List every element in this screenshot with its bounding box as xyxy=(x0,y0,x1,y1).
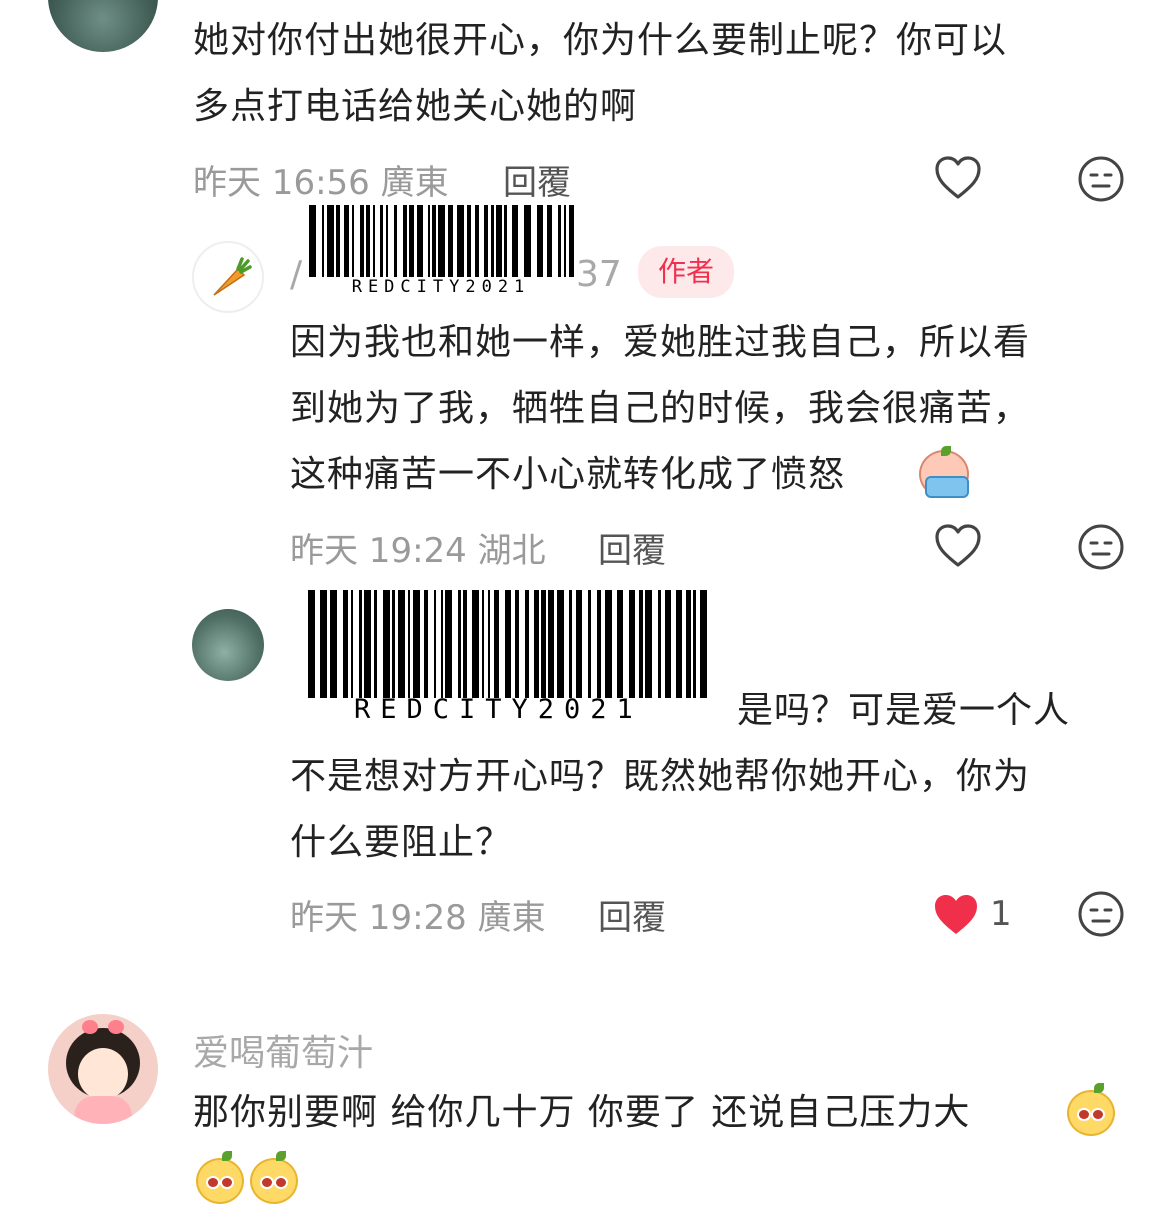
carrot-icon xyxy=(213,257,252,296)
author-name[interactable]: / xyxy=(290,254,302,295)
author-badge: 作者 xyxy=(638,246,734,298)
barcode-bar xyxy=(569,205,574,277)
barcode-bar xyxy=(448,205,453,277)
barcode-bar xyxy=(504,205,507,277)
comment-line: 是吗？可是爱一个人 xyxy=(737,690,1071,731)
barcode-bar xyxy=(336,205,340,277)
barcode-bar xyxy=(438,205,445,277)
commenter-name[interactable]: 爱喝葡萄汁 xyxy=(193,1024,373,1076)
author-avatar[interactable] xyxy=(192,241,264,313)
comment-line: 什么要阻止？ xyxy=(290,822,513,863)
dislike-face-icon[interactable] xyxy=(1077,890,1125,938)
comment-line: 这种痛苦一不小心就转化成了愤怒 xyxy=(290,454,846,495)
barcode-watermark: REDCITY2021 xyxy=(305,205,577,297)
comment-location: 湖北 xyxy=(477,531,546,571)
barcode-bar xyxy=(409,205,414,277)
commenter-avatar[interactable] xyxy=(48,0,158,52)
comment-meta: 昨天 19:24 湖北 xyxy=(290,523,546,572)
dislike-face-icon[interactable] xyxy=(1077,155,1125,203)
barcode-bar xyxy=(537,205,543,277)
comment-time: 昨天 19:28 xyxy=(290,898,467,938)
reply-button[interactable]: 回覆 xyxy=(598,890,666,939)
barcode-bar xyxy=(373,205,375,277)
comment-meta: 昨天 19:28 廣東 xyxy=(290,890,546,939)
barcode-bar xyxy=(432,205,436,277)
barcode-bar xyxy=(309,205,316,277)
crying-emoji-icon xyxy=(915,446,971,498)
barcode-bar xyxy=(394,205,397,277)
emoji-leaf xyxy=(276,1151,286,1161)
comment-text: 那你别要啊 给你几十万 你要了 还说自己压力大 xyxy=(193,1080,1153,1146)
comment-line: 那你别要啊 给你几十万 你要了 还说自己压力大 xyxy=(193,1092,971,1133)
barcode-code: REDCITY2021 xyxy=(351,277,531,297)
comment-location: 廣東 xyxy=(477,898,546,938)
carrot-face-emoji-icon xyxy=(1067,1090,1115,1136)
comment-meta: 昨天 16:56 廣東 xyxy=(193,155,449,204)
barcode-bar xyxy=(386,205,388,277)
barcode-bar xyxy=(564,205,566,277)
barcode-bar xyxy=(366,205,370,277)
heart-filled-icon[interactable] xyxy=(932,892,980,938)
barcode-bar xyxy=(558,205,561,277)
emoji-leaf xyxy=(222,1151,232,1161)
author-name-suffix: 37 xyxy=(576,254,622,295)
barcode-bar xyxy=(475,205,479,277)
carrot-face-emoji-icon xyxy=(250,1158,298,1204)
barcode-bar xyxy=(327,205,334,277)
like-count: 1 xyxy=(990,894,1012,934)
barcode-bar xyxy=(512,205,518,277)
barcode-bar xyxy=(380,205,383,277)
heart-icon[interactable] xyxy=(934,523,982,569)
barcode-bar xyxy=(322,205,324,277)
reply-button[interactable]: 回覆 xyxy=(598,523,666,572)
barcode-bar xyxy=(467,205,471,277)
emoji-leaf xyxy=(1094,1083,1104,1093)
commenter-avatar[interactable] xyxy=(48,1014,158,1124)
comment-line: 她对你付出她很开心，你为什么要制止呢？你可以 xyxy=(193,20,1008,61)
barcode-bar xyxy=(352,205,354,277)
barcode-bar xyxy=(496,205,502,277)
barcode-bar xyxy=(524,205,531,277)
barcode-bar xyxy=(491,205,494,277)
barcode-bar xyxy=(457,205,464,277)
barcode-bar xyxy=(547,205,552,277)
comment-line: 多点打电话给她关心她的啊 xyxy=(193,86,638,127)
comment-time: 昨天 16:56 xyxy=(193,163,370,203)
comment-location: 廣東 xyxy=(380,163,449,203)
barcode-bars xyxy=(305,205,577,277)
commenter-avatar[interactable] xyxy=(192,609,264,681)
comment-line: 不是想对方开心吗？既然她帮你她开心，你为 xyxy=(290,756,1031,797)
comment-text: 因为我也和她一样，爱她胜过我自己，所以看 到她为了我，牺牲自己的时候，我会很痛苦… xyxy=(290,310,1150,508)
comment-line: 因为我也和她一样，爱她胜过我自己，所以看 xyxy=(290,322,1031,363)
barcode-bar xyxy=(403,205,407,277)
comment-text: 她对你付出她很开心，你为什么要制止呢？你可以 多点打电话给她关心她的啊 xyxy=(193,8,1153,140)
comment-line: 到她为了我，牺牲自己的时候，我会很痛苦， xyxy=(290,388,1031,429)
comment-time: 昨天 19:24 xyxy=(290,531,467,571)
reply-button[interactable]: 回覆 xyxy=(503,155,571,204)
dislike-face-icon[interactable] xyxy=(1077,523,1125,571)
barcode-bar xyxy=(344,205,349,277)
barcode-bar xyxy=(428,205,430,277)
barcode-bar xyxy=(484,205,488,277)
barcode-bar xyxy=(360,205,364,277)
heart-icon[interactable] xyxy=(934,155,982,201)
comment-text: 是吗？可是爱一个人 不是想对方开心吗？既然她帮你她开心，你为 什么要阻止？ xyxy=(290,678,1150,876)
carrot-face-emoji-icon xyxy=(196,1158,244,1204)
barcode-bar xyxy=(417,205,423,277)
